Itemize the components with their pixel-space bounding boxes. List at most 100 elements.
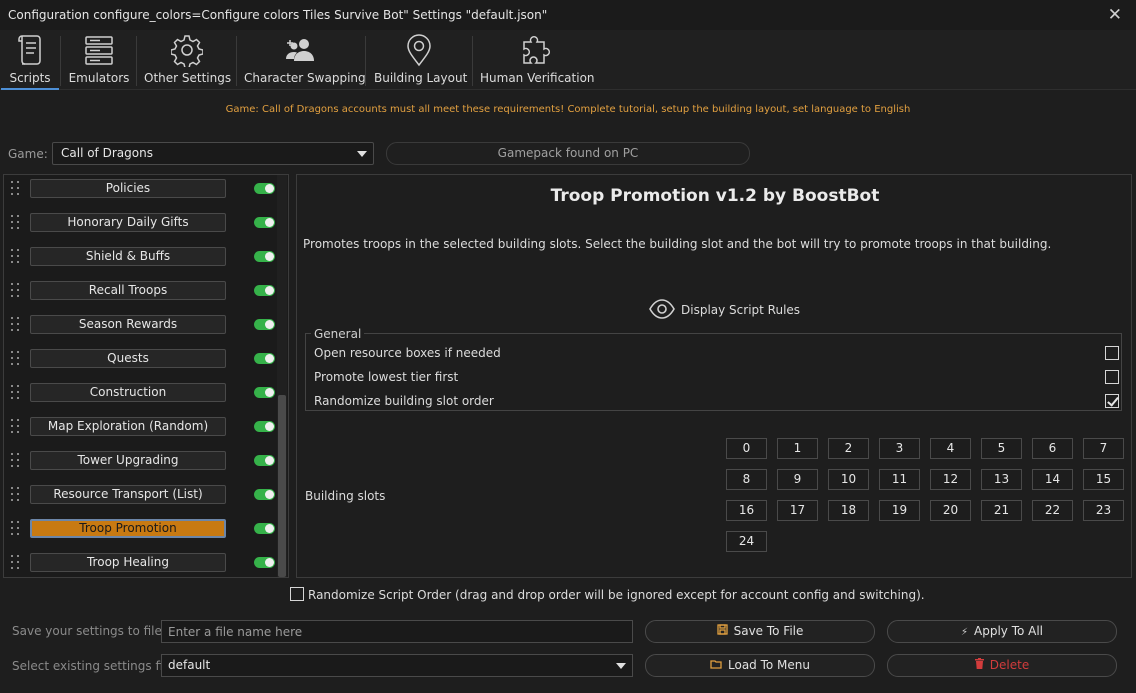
tab-building-layout[interactable]: Building Layout (374, 30, 467, 90)
settings-file-value: default (168, 658, 211, 672)
folder-icon (710, 655, 722, 676)
slot-button[interactable]: 4 (930, 438, 971, 459)
script-toggle[interactable] (254, 353, 275, 364)
option-randomize-slot-order: Randomize building slot order (314, 391, 1119, 411)
slot-button[interactable]: 12 (930, 469, 971, 490)
slot-button[interactable]: 18 (828, 500, 869, 521)
checkbox[interactable] (1105, 370, 1119, 384)
script-item: Resource Transport (List) (4, 483, 276, 517)
tab-human-verification[interactable]: Human Verification (480, 30, 595, 90)
tab-other-settings[interactable]: Other Settings (144, 30, 231, 90)
drag-handle-icon[interactable] (11, 249, 21, 269)
slot-button[interactable]: 22 (1032, 500, 1073, 521)
option-promote-lowest-tier: Promote lowest tier first (314, 367, 1119, 387)
slot-button[interactable]: 10 (828, 469, 869, 490)
settings-file-select[interactable]: default (161, 654, 633, 677)
script-button-resource-transport[interactable]: Resource Transport (List) (30, 485, 226, 504)
drag-handle-icon[interactable] (11, 317, 21, 337)
toolbar-divider (60, 36, 61, 86)
script-toggle[interactable] (254, 489, 275, 500)
script-button-troop-promotion[interactable]: Troop Promotion (30, 519, 226, 538)
slot-button[interactable]: 23 (1083, 500, 1124, 521)
script-button-construction[interactable]: Construction (30, 383, 226, 402)
option-label: Randomize building slot order (314, 394, 494, 408)
drag-handle-icon[interactable] (11, 555, 21, 575)
slot-button[interactable]: 1 (777, 438, 818, 459)
script-toggle[interactable] (254, 387, 275, 398)
script-toggle[interactable] (254, 251, 275, 262)
script-button-map-exploration[interactable]: Map Exploration (Random) (30, 417, 226, 436)
script-button-shield-buffs[interactable]: Shield & Buffs (30, 247, 226, 266)
script-button-season-rewards[interactable]: Season Rewards (30, 315, 226, 334)
script-button-troop-healing[interactable]: Troop Healing (30, 553, 226, 572)
slot-button[interactable]: 21 (981, 500, 1022, 521)
save-to-file-button[interactable]: Save To File (645, 620, 875, 643)
building-slots-label: Building slots (305, 489, 386, 503)
slot-button[interactable]: 8 (726, 469, 767, 490)
script-button-quests[interactable]: Quests (30, 349, 226, 368)
drag-handle-icon[interactable] (11, 283, 21, 303)
slot-button[interactable]: 9 (777, 469, 818, 490)
slot-button[interactable]: 20 (930, 500, 971, 521)
randomize-order-checkbox[interactable] (290, 587, 304, 601)
close-icon[interactable]: ✕ (1108, 5, 1122, 25)
drag-handle-icon[interactable] (11, 215, 21, 235)
script-toggle[interactable] (254, 523, 275, 534)
slot-button[interactable]: 0 (726, 438, 767, 459)
script-item: Tower Upgrading (4, 449, 276, 483)
script-toggle[interactable] (254, 455, 275, 466)
slot-button[interactable]: 19 (879, 500, 920, 521)
delete-button[interactable]: Delete (887, 654, 1117, 677)
script-toggle[interactable] (254, 421, 275, 432)
slot-button[interactable]: 7 (1083, 438, 1124, 459)
apply-to-all-button[interactable]: ⚡ Apply To All (887, 620, 1117, 643)
scrollbar-thumb[interactable] (278, 395, 286, 577)
slot-button[interactable]: 16 (726, 500, 767, 521)
drag-handle-icon[interactable] (11, 385, 21, 405)
drag-handle-icon[interactable] (11, 521, 21, 541)
drag-handle-icon[interactable] (11, 181, 21, 201)
slot-button[interactable]: 6 (1032, 438, 1073, 459)
tab-character-swapping[interactable]: Character Swapping (244, 30, 366, 90)
drag-handle-icon[interactable] (11, 487, 21, 507)
script-toggle[interactable] (254, 217, 275, 228)
server-icon (85, 36, 113, 65)
script-button-tower-upgrading[interactable]: Tower Upgrading (30, 451, 226, 470)
script-button-honorary-daily-gifts[interactable]: Honorary Daily Gifts (30, 213, 226, 232)
option-label: Promote lowest tier first (314, 370, 459, 384)
slot-button[interactable]: 15 (1083, 469, 1124, 490)
script-item: Troop Promotion (4, 517, 276, 551)
script-toggle[interactable] (254, 183, 275, 194)
file-name-input[interactable] (161, 620, 633, 643)
script-button-recall-troops[interactable]: Recall Troops (30, 281, 226, 300)
load-to-menu-button[interactable]: Load To Menu (645, 654, 875, 677)
script-button-policies[interactable]: Policies (30, 179, 226, 198)
slot-button[interactable]: 24 (726, 531, 767, 552)
chevron-down-icon (616, 663, 626, 669)
drag-handle-icon[interactable] (11, 351, 21, 371)
slot-button[interactable]: 3 (879, 438, 920, 459)
checkbox[interactable] (1105, 394, 1119, 408)
script-description: Promotes troops in the selected building… (303, 237, 1052, 251)
tab-emulators[interactable]: Emulators (66, 30, 132, 90)
checkbox[interactable] (1105, 346, 1119, 360)
toolbar-divider (136, 36, 137, 86)
tab-scripts[interactable]: Scripts (1, 30, 59, 90)
save-settings-label: Save your settings to file (12, 624, 162, 638)
slot-button[interactable]: 11 (879, 469, 920, 490)
script-toggle[interactable] (254, 557, 275, 568)
display-script-rules-label: Display Script Rules (681, 303, 801, 317)
apply-to-all-label: Apply To All (974, 624, 1044, 638)
general-settings-group: General Open resource boxes if needed Pr… (305, 327, 1122, 411)
slot-button[interactable]: 17 (777, 500, 818, 521)
drag-handle-icon[interactable] (11, 419, 21, 439)
game-select[interactable]: Call of Dragons (52, 142, 374, 165)
script-toggle[interactable] (254, 319, 275, 330)
slot-button[interactable]: 14 (1032, 469, 1073, 490)
drag-handle-icon[interactable] (11, 453, 21, 473)
save-to-file-label: Save To File (733, 624, 804, 638)
slot-button[interactable]: 13 (981, 469, 1022, 490)
script-toggle[interactable] (254, 285, 275, 296)
slot-button[interactable]: 2 (828, 438, 869, 459)
slot-button[interactable]: 5 (981, 438, 1022, 459)
